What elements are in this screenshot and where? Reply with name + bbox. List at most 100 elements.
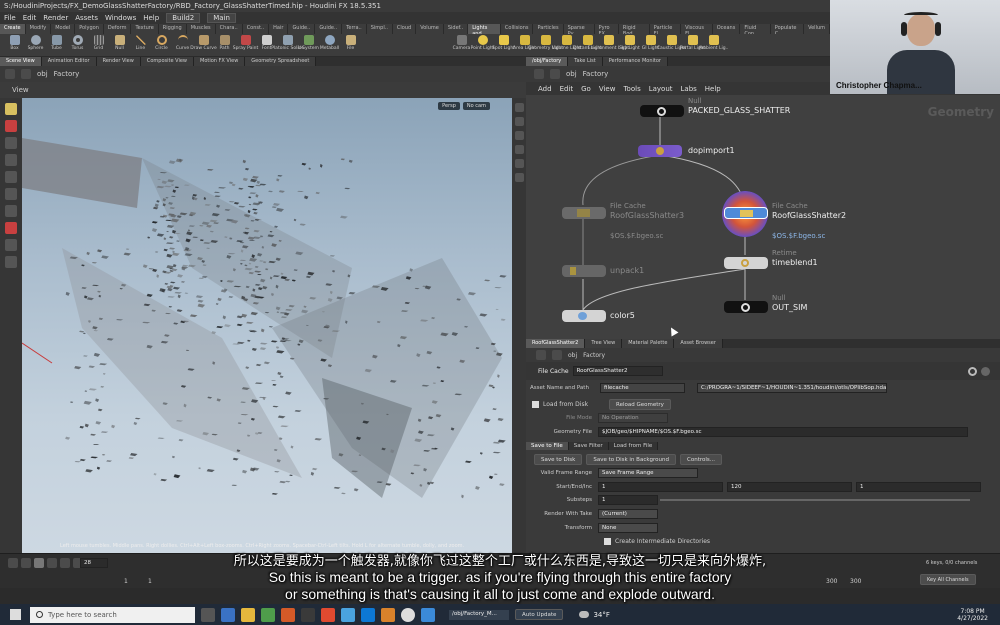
shelf-tab[interactable]: Volume — [416, 24, 444, 34]
snap-icon[interactable] — [5, 239, 17, 251]
help-icon[interactable] — [981, 366, 990, 376]
shelf-tab[interactable]: Sidef.. — [444, 24, 469, 34]
tool-line[interactable]: Line — [130, 34, 151, 56]
tool-grid[interactable]: Grid — [88, 34, 109, 56]
path-root[interactable]: obj — [566, 70, 577, 78]
shelf-tab[interactable]: Deform — [104, 24, 132, 34]
tool-curve[interactable]: Curve — [172, 34, 193, 56]
shelf-tab[interactable]: Collisions — [501, 24, 534, 34]
tab-performance-monitor[interactable]: Performance Monitor — [602, 57, 668, 66]
display-option-icon[interactable] — [514, 145, 524, 154]
file-mode-field[interactable]: No Operation — [598, 413, 668, 423]
tool-path[interactable]: Path — [214, 34, 235, 56]
shelf-tab[interactable]: Particle Fl.. — [650, 24, 682, 37]
menu-edit[interactable]: Edit — [23, 14, 37, 22]
asset-path-field[interactable]: C:/PROGRA~1/SIDEEF~1/HOUDIN~1.351/houdin… — [697, 383, 887, 393]
net-menu-layout[interactable]: Layout — [649, 85, 673, 93]
tool-box[interactable]: Box — [4, 34, 25, 56]
shelf-tab[interactable]: Particles — [533, 24, 564, 34]
tool-circle[interactable]: Circle — [151, 34, 172, 56]
shelf-tab[interactable]: Model — [51, 24, 76, 34]
camera-menu[interactable]: No cam — [462, 102, 490, 110]
display-option-icon[interactable] — [514, 103, 524, 112]
shelf-tab[interactable]: Rigging — [159, 24, 187, 34]
shelf-tab[interactable]: Simpl.. — [367, 24, 393, 34]
handle-tool-icon[interactable] — [5, 171, 17, 183]
tool-sphere[interactable]: Sphere — [25, 34, 46, 56]
shelf-tab[interactable]: Rigid Bod.. — [619, 24, 650, 37]
net-menu-add[interactable]: Add — [538, 85, 552, 93]
tool-lsystem[interactable]: L-System — [298, 34, 319, 56]
net-menu-go[interactable]: Go — [581, 85, 591, 93]
shelf-tab[interactable]: Fluid Con.. — [740, 24, 771, 37]
menu-assets[interactable]: Assets — [75, 14, 98, 22]
network-canvas[interactable]: Geometry Null PACKED_GLASS_SHATTER dopim… — [526, 95, 1000, 339]
shelf-tab[interactable]: Viscous Fl.. — [681, 24, 713, 37]
net-menu-help[interactable]: Help — [705, 85, 721, 93]
save-background-button[interactable]: Save to Disk in Background — [586, 453, 676, 465]
app-icon[interactable] — [261, 607, 275, 622]
node-filecache-right[interactable] — [724, 207, 768, 219]
tool-platonic[interactable]: Platonic Solids — [271, 34, 304, 56]
tab-parameters[interactable]: RoofGlassShatter2 — [526, 339, 586, 348]
display-option-icon[interactable] — [514, 173, 524, 182]
tool-spot-light[interactable]: Spot Light — [492, 34, 515, 56]
taskbar-window-label[interactable]: /obj/Factory_M... — [449, 609, 509, 620]
shelf-tab[interactable]: Guide.. — [315, 24, 343, 34]
unreal-icon[interactable] — [401, 607, 415, 622]
app-icon[interactable] — [421, 607, 435, 622]
tool-volume-light[interactable]: Volume Light — [552, 34, 581, 56]
geometry-file-field[interactable]: $JOB/geo/$HIPNAME/$OS.$F.bgeo.sc — [598, 427, 968, 437]
path-node[interactable]: Factory — [583, 352, 605, 359]
end-field[interactable]: 120 — [727, 482, 852, 492]
node-name-field[interactable]: RoofGlassShatter2 — [572, 366, 663, 376]
tool-env-light[interactable]: Environment Light — [588, 34, 629, 56]
transform-field[interactable]: None — [598, 523, 658, 533]
forward-icon[interactable] — [550, 69, 560, 79]
tab-motion-fx-view[interactable]: Motion FX View — [194, 57, 246, 66]
net-menu-edit[interactable]: Edit — [560, 85, 574, 93]
menu-file[interactable]: File — [4, 14, 16, 22]
desktop-dropdown[interactable]: Main — [207, 13, 236, 23]
node-dopimport[interactable] — [638, 145, 682, 157]
shelf-tab[interactable]: Oceans — [713, 24, 741, 34]
tab-tree-view[interactable]: Tree View — [585, 339, 623, 348]
rotate-tool-icon[interactable] — [5, 137, 17, 149]
tool-portal-light[interactable]: Portal Light — [680, 34, 705, 56]
scale-tool-icon[interactable] — [5, 154, 17, 166]
app-icon[interactable] — [321, 607, 335, 622]
app-icon[interactable] — [361, 607, 375, 622]
shelf-tab[interactable]: Sparse Py.. — [564, 24, 595, 37]
shelf-tab[interactable]: Muscles — [187, 24, 216, 34]
tab-network[interactable]: /obj/Factory — [526, 57, 569, 66]
auto-update-button[interactable]: Auto Update — [515, 609, 564, 620]
gear-icon[interactable] — [968, 366, 977, 376]
app-icon[interactable] — [281, 607, 295, 622]
node-out-sim[interactable] — [724, 301, 768, 313]
net-menu-tools[interactable]: Tools — [623, 85, 640, 93]
controls-button[interactable]: Controls... — [680, 453, 722, 465]
tab-take-list[interactable]: Take List — [568, 57, 603, 66]
asset-name-field[interactable]: filecache — [600, 383, 685, 393]
display-option-icon[interactable] — [514, 159, 524, 168]
forward-icon[interactable] — [552, 350, 562, 360]
node-timeblend[interactable] — [724, 257, 768, 269]
shelf-tab-lights[interactable]: Lights and.. — [468, 24, 501, 37]
tab-animation-editor[interactable]: Animation Editor — [41, 57, 97, 66]
tool-caustic-light[interactable]: Caustic Light — [657, 34, 686, 56]
app-icon[interactable] — [381, 607, 395, 622]
path-node[interactable]: Factory — [54, 70, 80, 78]
substeps-field[interactable]: 1 — [598, 495, 658, 505]
node-filecache-left[interactable] — [562, 207, 606, 219]
substeps-slider[interactable] — [660, 499, 970, 501]
start-field[interactable]: 1 — [598, 482, 723, 492]
back-icon[interactable] — [534, 69, 544, 79]
tool-draw-curve[interactable]: Draw Curve — [190, 34, 217, 56]
tab-geometry-spreadsheet[interactable]: Geometry Spreadsheet — [245, 57, 317, 66]
tool-file[interactable]: File — [340, 34, 361, 56]
tab-asset-browser[interactable]: Asset Browser — [674, 339, 723, 348]
magnet-icon[interactable] — [5, 222, 17, 234]
app-icon[interactable] — [241, 607, 255, 622]
menu-render[interactable]: Render — [43, 14, 68, 22]
shelf-tab[interactable]: Cloud — [393, 24, 417, 34]
